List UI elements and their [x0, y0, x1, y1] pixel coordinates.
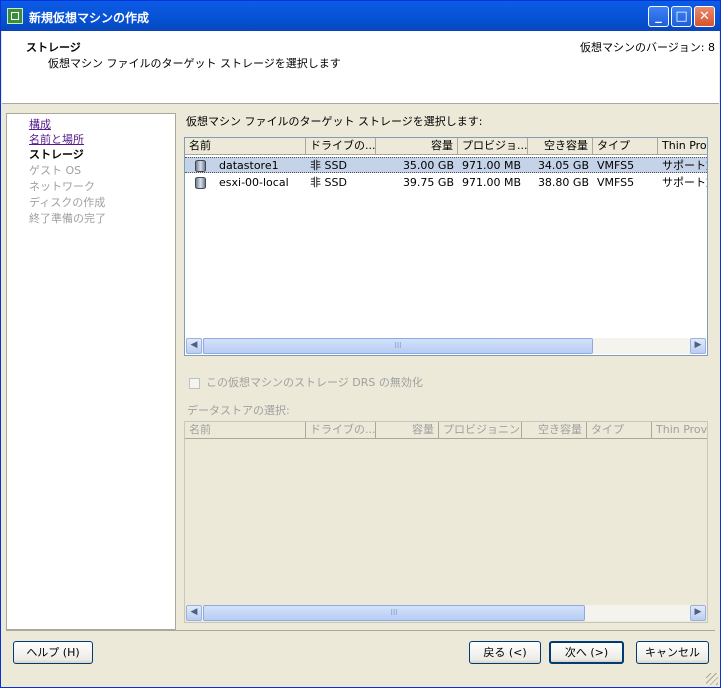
footer-divider [6, 630, 715, 631]
storage-table[interactable]: 名前 ドライブの... 容量 プロビジョ... 空き容量 タイプ Thin Pr… [184, 137, 708, 356]
col-name[interactable]: 名前 [185, 138, 306, 155]
datastore-icon [195, 177, 206, 189]
ds-scroll-thumb: III [203, 605, 585, 621]
cell-drive: 非 SSD [310, 176, 347, 189]
col-drive-type[interactable]: ドライブの... [306, 138, 376, 155]
datastore-table-header: 名前 ドライブの... 容量 プロビジョニン... 空き容量 タイプ Thin … [185, 422, 707, 439]
cell-thin: サポート対 [662, 159, 707, 172]
page-title: ストレージ [26, 41, 81, 54]
datastore-select-label: データストアの選択: [187, 404, 290, 417]
cell-type: VMFS5 [597, 176, 635, 189]
col-provisioned[interactable]: プロビジョ... [458, 138, 528, 155]
step-name-location[interactable]: 名前と場所 [29, 131, 84, 147]
wizard-steps-panel: 構成 名前と場所 ストレージ ゲスト OS ネットワーク ディスクの作成 終了準… [6, 113, 176, 630]
cell-provisioned: 971.00 MB [462, 159, 522, 172]
cancel-button[interactable]: キャンセル [636, 641, 709, 664]
step-configuration[interactable]: 構成 [29, 116, 51, 132]
close-button[interactable]: ✕ [694, 6, 715, 27]
cell-name: esxi-00-local [219, 176, 289, 189]
title-bar[interactable]: 新規仮想マシンの作成 _ □ ✕ [1, 1, 720, 31]
storage-table-hscroll[interactable]: ◀ III ▶ [186, 338, 706, 354]
back-button[interactable]: 戻る (<) [469, 641, 541, 664]
datastore-table-hscroll: ◀ III ▶ [186, 605, 706, 621]
drs-disable-checkbox [189, 377, 200, 389]
ds-scroll-left-button: ◀ [186, 605, 202, 621]
wizard-window: 新規仮想マシンの作成 _ □ ✕ ストレージ 仮想マシン ファイルのターゲット … [0, 0, 721, 688]
storage-section-label: 仮想マシン ファイルのターゲット ストレージを選択します: [186, 115, 483, 128]
drs-disable-option: この仮想マシンのストレージ DRS の無効化 [189, 374, 423, 390]
step-storage: ストレージ [29, 148, 84, 161]
resize-grip[interactable] [706, 673, 718, 685]
cell-thin: サポート対 [662, 176, 707, 189]
ds-col-provisioned: プロビジョニン... [439, 422, 522, 439]
table-row[interactable]: datastore1 非 SSD 35.00 GB 971.00 MB 34.0… [185, 157, 707, 173]
scroll-thumb[interactable]: III [203, 338, 593, 354]
col-free[interactable]: 空き容量 [528, 138, 593, 155]
maximize-button[interactable]: □ [671, 6, 692, 27]
ds-col-thin-prov: Thin Provi [652, 422, 707, 439]
ds-col-name: 名前 [185, 422, 306, 439]
col-capacity[interactable]: 容量 [376, 138, 458, 155]
cell-provisioned: 971.00 MB [462, 176, 522, 189]
step-create-disk: ディスクの作成 [29, 196, 106, 209]
page-subtitle: 仮想マシン ファイルのターゲット ストレージを選択します [48, 57, 341, 70]
col-thin-prov[interactable]: Thin Prov [658, 138, 707, 155]
vm-version-label: 仮想マシンのバージョン: 8 [580, 41, 715, 54]
datastore-table: 名前 ドライブの... 容量 プロビジョニン... 空き容量 タイプ Thin … [184, 421, 708, 623]
drs-disable-label: この仮想マシンのストレージ DRS の無効化 [206, 376, 423, 389]
cell-type: VMFS5 [597, 159, 635, 172]
cell-drive: 非 SSD [310, 159, 347, 172]
help-button[interactable]: ヘルプ (H) [13, 641, 93, 664]
scroll-left-button[interactable]: ◀ [186, 338, 202, 354]
window-title: 新規仮想マシンの作成 [29, 11, 150, 25]
col-type[interactable]: タイプ [593, 138, 658, 155]
table-row[interactable]: esxi-00-local 非 SSD 39.75 GB 971.00 MB 3… [185, 175, 707, 191]
wizard-header: ストレージ 仮想マシン ファイルのターゲット ストレージを選択します 仮想マシン… [2, 31, 719, 104]
ds-col-free: 空き容量 [522, 422, 587, 439]
cell-capacity: 39.75 GB [402, 176, 454, 189]
next-button[interactable]: 次へ (>) [549, 641, 624, 664]
datastore-icon [195, 160, 206, 172]
ds-scroll-right-button: ▶ [690, 605, 706, 621]
step-network: ネットワーク [29, 180, 95, 193]
cell-free: 34.05 GB [537, 159, 589, 172]
minimize-button[interactable]: _ [648, 6, 669, 27]
ds-col-drive-type: ドライブの... [306, 422, 376, 439]
step-guest-os: ゲスト OS [29, 164, 82, 177]
cell-free: 38.80 GB [537, 176, 589, 189]
scroll-right-button[interactable]: ▶ [690, 338, 706, 354]
ds-col-type: タイプ [587, 422, 652, 439]
cell-name: datastore1 [219, 159, 279, 172]
cell-capacity: 35.00 GB [402, 159, 454, 172]
vm-app-icon [7, 8, 23, 24]
ds-col-capacity: 容量 [376, 422, 439, 439]
step-ready-complete: 終了準備の完了 [29, 212, 106, 225]
storage-table-header: 名前 ドライブの... 容量 プロビジョ... 空き容量 タイプ Thin Pr… [185, 138, 707, 155]
